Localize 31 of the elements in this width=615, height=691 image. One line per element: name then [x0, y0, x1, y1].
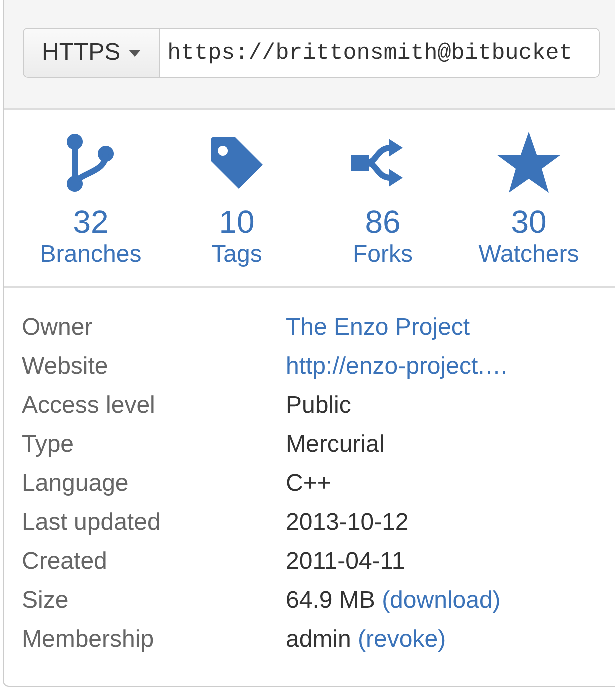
detail-label: Language	[22, 470, 130, 498]
detail-value: 2011-04-11	[286, 548, 406, 574]
stat-label[interactable]: Tags	[212, 240, 262, 270]
detail-link[interactable]: (revoke)	[358, 626, 446, 652]
detail-value: C++	[286, 470, 332, 496]
detail-link[interactable]: (download)	[382, 586, 501, 614]
stat-label[interactable]: Forks	[353, 240, 413, 270]
stat-count[interactable]: 30	[511, 204, 547, 240]
stat-label[interactable]: Branches	[40, 240, 142, 270]
detail-link[interactable]: http://enzo-project.…	[286, 352, 509, 380]
detail-label: Size	[22, 586, 70, 614]
stat-count[interactable]: 86	[365, 204, 401, 240]
stat-count[interactable]: 32	[73, 204, 109, 240]
detail-link[interactable]: The Enzo Project	[286, 314, 470, 340]
detail-value: 2013-10-12	[286, 508, 409, 536]
detail-value: 64.9 MB	[286, 586, 376, 614]
detail-label: Owner	[22, 314, 94, 342]
detail-value: admin	[286, 626, 352, 652]
detail-value: Public	[286, 392, 352, 418]
detail-label: Website	[22, 352, 110, 380]
tag-icon	[209, 135, 265, 191]
branch-icon	[65, 132, 117, 194]
star-icon	[497, 132, 561, 194]
detail-label: Type	[22, 430, 76, 458]
detail-label: Membership	[22, 626, 156, 654]
stat-count[interactable]: 10	[219, 204, 255, 240]
detail-label: Access level	[22, 392, 156, 420]
stat-label[interactable]: Watchers	[478, 240, 580, 270]
detail-label: Created	[22, 548, 108, 576]
detail-label: Last updated	[22, 508, 162, 536]
detail-value: Mercurial	[286, 430, 385, 458]
